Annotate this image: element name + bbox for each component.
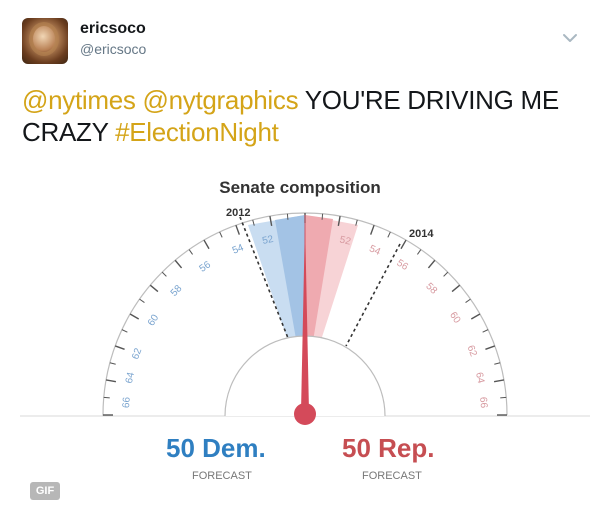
tick-mark [465,298,471,303]
tick-mark [500,396,507,399]
tick-mark [451,284,461,293]
tick-mark [105,379,117,383]
tick-mark [129,313,140,320]
rep-seat-count: 50 Rep. [342,433,435,463]
needle-hub [294,403,316,425]
tick-mark [149,284,159,293]
tick-mark [470,313,481,320]
dem-forecast-label: FORECAST [192,470,252,482]
tick-mark [109,362,116,365]
tick-mark [321,213,324,220]
marker-2014-line [345,243,401,347]
rep-tick-label: 66 [477,397,489,409]
rep-tick-label: 54 [367,243,382,258]
tick-mark [235,224,240,235]
tick-mark [286,213,289,220]
dem-tick-label: 64 [124,371,137,385]
gif-badge: GIF [30,482,60,500]
dem-seat-count: 50 Dem. [166,433,266,463]
tick-mark [219,231,223,238]
tick-mark [188,249,193,255]
tick-mark [443,271,449,277]
tick-mark [400,239,407,250]
tick-mark [485,345,496,350]
tick-mark [121,329,128,333]
rep-tick-label: 60 [447,310,463,326]
rep-tick-label: 64 [473,371,486,385]
tick-mark [103,396,110,399]
dem-tick-label: 62 [130,346,144,361]
tick-mark [161,271,167,277]
rep-forecast-label: FORECAST [362,470,422,482]
dem-tick-label: 58 [169,283,185,299]
rep-tick-label: 62 [465,344,479,359]
tick-mark [494,362,501,365]
marker-2014-label: 2014 [409,228,434,240]
dem-tick-label: 66 [121,396,133,408]
tick-mark [370,224,375,235]
dem-tick-label: 60 [146,312,161,328]
tick-mark [139,298,145,303]
senate-gauge: 2012 2014 545256586062646652545658606264… [20,207,590,425]
tick-mark [417,249,422,255]
rep-tick-label: 58 [423,281,439,297]
rep-tick-label: 56 [395,258,411,274]
marker-2012-label: 2012 [226,207,250,219]
tick-mark [427,259,436,269]
tick-mark [174,259,183,269]
tick-mark [493,379,505,383]
tick-mark [482,329,489,333]
dem-tick-label: 56 [197,259,213,275]
tick-mark [114,345,125,350]
dem-tick-label: 54 [231,242,246,257]
tick-mark [387,231,391,238]
tick-mark [203,239,210,250]
